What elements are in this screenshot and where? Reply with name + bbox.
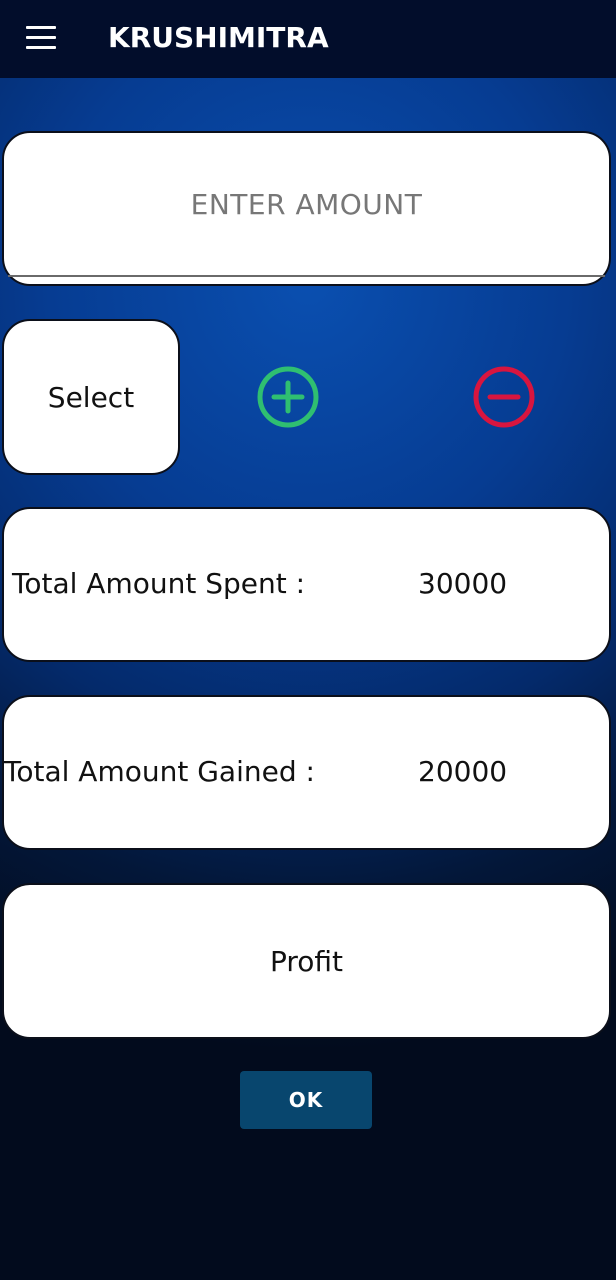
amount-input-underline bbox=[8, 275, 605, 277]
plus-circle-icon[interactable] bbox=[256, 365, 320, 429]
profit-label: Profit bbox=[269, 944, 344, 978]
amount-input[interactable] bbox=[14, 173, 599, 235]
app-title: KRUSHIMITRA bbox=[108, 21, 329, 54]
ok-button[interactable]: OK bbox=[240, 1071, 372, 1129]
amount-card bbox=[2, 131, 611, 286]
select-button[interactable]: Select bbox=[2, 319, 180, 475]
menu-icon[interactable] bbox=[26, 26, 56, 50]
select-label: Select bbox=[47, 380, 135, 414]
profit-card: Profit bbox=[2, 883, 611, 1039]
total-spent-value: 30000 bbox=[418, 567, 508, 600]
total-gained-card: Total Amount Gained : 20000 bbox=[2, 695, 611, 850]
total-spent-card: Total Amount Spent : 30000 bbox=[2, 507, 611, 662]
total-spent-label: Total Amount Spent : bbox=[12, 567, 306, 600]
minus-circle-icon[interactable] bbox=[472, 365, 536, 429]
total-gained-value: 20000 bbox=[418, 755, 508, 788]
app-bar: KRUSHIMITRA bbox=[0, 0, 616, 78]
total-gained-label: Total Amount Gained : bbox=[4, 755, 315, 788]
